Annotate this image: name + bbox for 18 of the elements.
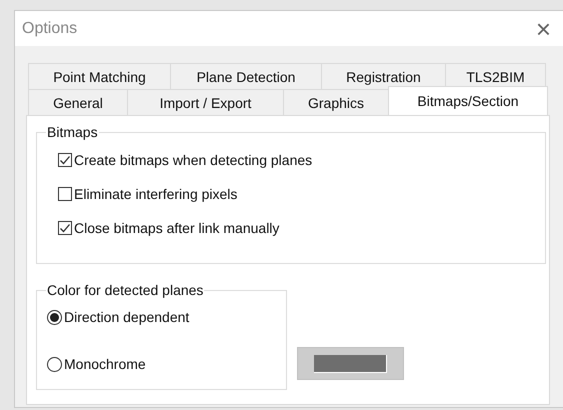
radio-button[interactable] (47, 310, 62, 324)
checkbox[interactable] (58, 221, 72, 235)
checkbox[interactable] (58, 187, 72, 201)
checkbox-label: Close bitmaps after link manually (74, 220, 280, 236)
group-title: Bitmaps (46, 124, 99, 140)
tab[interactable]: General (28, 89, 128, 115)
radio-label: Monochrome (64, 356, 146, 372)
tab[interactable]: Bitmaps/Section (388, 86, 548, 115)
checkbox-label: Eliminate interfering pixels (74, 186, 238, 202)
close-button[interactable]: × (536, 16, 551, 42)
radio-label: Direction dependent (64, 309, 190, 325)
tab[interactable]: Point Matching (28, 63, 171, 89)
checkbox-label: Create bitmaps when detecting planes (74, 152, 312, 168)
checkbox[interactable] (58, 153, 72, 167)
radio-button[interactable] (47, 356, 62, 372)
color-button[interactable] (297, 347, 404, 380)
window-title: Options (22, 20, 78, 38)
group-title: Color for detected planes (46, 282, 204, 298)
